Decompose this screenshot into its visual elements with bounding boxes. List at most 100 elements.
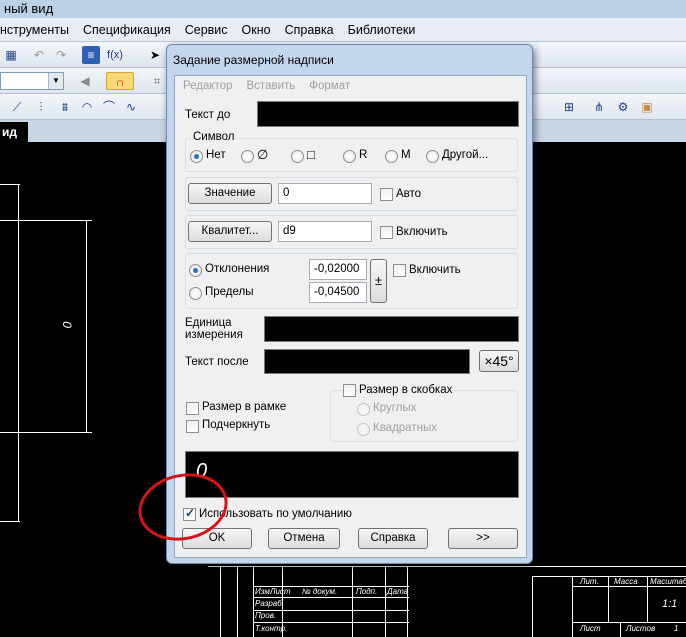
units-field[interactable] [264, 316, 519, 342]
magnet-icon[interactable]: ∩ [106, 72, 134, 90]
deviations-label: Отклонения [205, 263, 270, 275]
menu-item-window[interactable]: Окно [242, 23, 271, 37]
symbol-diameter-radio[interactable] [241, 150, 254, 163]
snap-icon[interactable]: ⌗ [148, 72, 166, 90]
title-block-line [407, 566, 408, 637]
curve-tool-icon[interactable]: ∿ [122, 98, 140, 116]
tb-lit: Лит. [580, 577, 599, 586]
tab-view[interactable]: ид [0, 122, 28, 142]
round-brackets-radio[interactable] [357, 403, 370, 416]
chevron-down-icon[interactable]: ▼ [48, 73, 63, 89]
fx-icon[interactable]: f(x) [104, 46, 126, 64]
menu-insert[interactable]: Вставить [247, 80, 296, 92]
more-button[interactable]: >> [448, 528, 518, 549]
square-brackets-radio[interactable] [357, 423, 370, 436]
undo-icon[interactable]: ↶ [30, 46, 48, 64]
auto-label: Авто [396, 188, 422, 200]
title-block-line [620, 622, 621, 637]
title-block-line [253, 566, 254, 637]
app-title: ный вид [4, 1, 54, 16]
text-before-label: Текст до [185, 109, 231, 121]
title-block-line [532, 576, 533, 637]
cancel-button[interactable]: Отмена [268, 528, 340, 549]
menu-format[interactable]: Формат [309, 80, 350, 92]
tb-prov: Пров. [255, 611, 277, 620]
tb-list: Лист [270, 587, 291, 596]
menu-item-specification[interactable]: Спецификация [83, 23, 171, 37]
symbol-diameter-label: ∅ [257, 147, 269, 162]
fillet-tool-icon[interactable]: ⌒ [100, 98, 118, 116]
value-field[interactable]: 0 [278, 183, 372, 204]
frame-label: Размер в рамке [202, 401, 287, 413]
calculator-icon[interactable]: ▣ [638, 98, 656, 116]
symbol-group-label: Символ [191, 131, 237, 143]
title-block-line [253, 622, 409, 623]
menu-editor[interactable]: Редактор [183, 80, 233, 92]
tb-listov: Листов [626, 624, 656, 633]
include-kvalitet-label: Включить [396, 226, 448, 238]
kvalitet-field[interactable]: d9 [278, 221, 372, 242]
grid-icon[interactable]: ▦ [2, 46, 20, 64]
x45-button[interactable]: ×45° [479, 350, 519, 372]
symbol-other-label: Другой... [442, 149, 489, 161]
title-block-line [572, 622, 686, 623]
tb-massa: Масса [614, 577, 638, 586]
title-block-line [352, 566, 353, 637]
limits-radio[interactable] [189, 287, 202, 300]
line-tool-icon[interactable]: ⟋ [8, 98, 26, 116]
symbol-none-radio[interactable] [190, 150, 203, 163]
frame-checkbox[interactable] [186, 402, 199, 415]
layer-combo[interactable]: ▼ [0, 72, 64, 90]
text-after-field[interactable] [264, 349, 470, 374]
tb-tkontr: Т.контр. [255, 624, 288, 633]
speaker-icon[interactable]: ◀ [76, 72, 94, 90]
title-block-line [608, 576, 609, 622]
upper-deviation-field[interactable]: -0,02000 [309, 259, 367, 280]
brackets-checkbox[interactable] [343, 384, 356, 397]
plus-minus-button[interactable]: ± [370, 259, 387, 303]
tb-data: Дата [387, 587, 409, 596]
symbol-m-radio[interactable] [385, 150, 398, 163]
app-title-bar: ный вид [0, 0, 686, 18]
menu-item-tools[interactable]: нструменты [0, 23, 69, 37]
units-label-line1: Единица [185, 317, 232, 329]
hierarchy-icon[interactable]: ⋔ [590, 98, 608, 116]
value-button[interactable]: Значение [188, 183, 272, 204]
tb-podp: Подп. [356, 587, 378, 596]
title-block-line [253, 597, 409, 598]
symbol-square-radio[interactable] [291, 150, 304, 163]
pointer-icon[interactable]: ➤ [146, 46, 164, 64]
dialog-body: Редактор Вставить Формат Текст до Символ… [174, 75, 527, 558]
menu-item-libraries[interactable]: Библиотеки [348, 23, 416, 37]
menu-item-service[interactable]: Сервис [185, 23, 228, 37]
text-before-field[interactable] [257, 101, 519, 127]
symbol-other-radio[interactable] [426, 150, 439, 163]
include-kvalitet-checkbox[interactable] [380, 226, 393, 239]
underline-checkbox[interactable] [186, 420, 199, 433]
drawing-line [0, 184, 20, 185]
title-block-line [237, 566, 238, 637]
variables-icon[interactable]: ≡ [82, 46, 100, 64]
deviations-radio[interactable] [189, 264, 202, 277]
symmetry-tool-icon[interactable]: ⫶ [32, 98, 50, 116]
tb-listov-value: 1 [674, 624, 679, 633]
auto-checkbox[interactable] [380, 188, 393, 201]
symbol-square-label: □ [307, 147, 315, 162]
tree-icon[interactable]: ⊞ [560, 98, 578, 116]
lower-deviation-field[interactable]: -0,04500 [309, 282, 367, 303]
library-icon[interactable]: ⚙ [614, 98, 632, 116]
include-deviations-checkbox[interactable] [393, 264, 406, 277]
limits-label: Пределы [205, 286, 254, 298]
dimension-label: 0 [60, 321, 75, 329]
help-button[interactable]: Справка [358, 528, 428, 549]
redo-icon[interactable]: ↷ [52, 46, 70, 64]
title-block-line [572, 586, 686, 587]
title-block-line [220, 566, 221, 637]
mirror-tool-icon[interactable]: ⩩ [56, 98, 74, 116]
square-brackets-label: Квадратных [373, 422, 437, 434]
menu-item-help[interactable]: Справка [285, 23, 334, 37]
drawing-line [18, 184, 19, 522]
arc-tool-icon[interactable]: ◠ [78, 98, 96, 116]
symbol-r-radio[interactable] [343, 150, 356, 163]
kvalitet-button[interactable]: Квалитет... [188, 221, 272, 242]
